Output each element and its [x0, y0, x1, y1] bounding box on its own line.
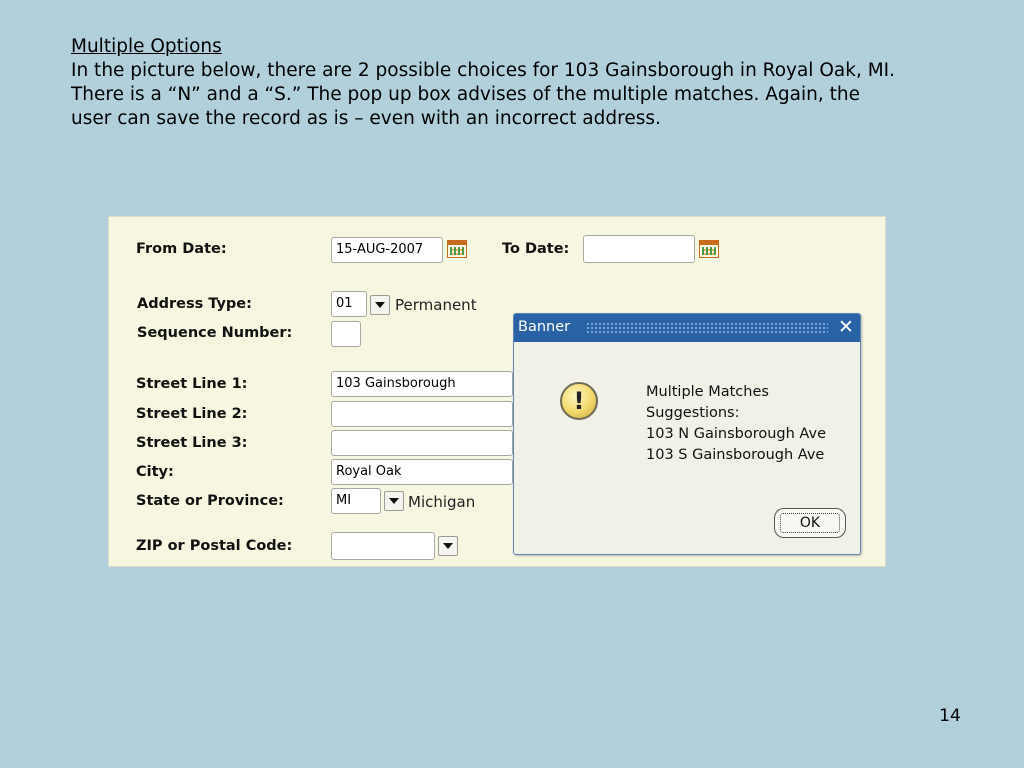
- state-dropdown-button[interactable]: [384, 491, 404, 511]
- street-line-3-field[interactable]: [331, 430, 513, 456]
- from-date-field[interactable]: 15-AUG-2007: [331, 237, 443, 263]
- state-description: Michigan: [408, 493, 476, 511]
- street-line-2-label: Street Line 2:: [136, 406, 248, 422]
- to-date-field[interactable]: [583, 235, 695, 263]
- titlebar-grip-pattern: [586, 322, 828, 334]
- slide-text-line: In the picture below, there are 2 possib…: [71, 60, 895, 81]
- from-date-label: From Date:: [136, 241, 227, 257]
- banner-dialog: Banner ✕ ! Multiple Matches Suggestions:…: [513, 313, 861, 555]
- slide-number: 14: [939, 706, 961, 726]
- address-type-label: Address Type:: [137, 296, 252, 312]
- address-type-description: Permanent: [395, 296, 477, 314]
- zip-label: ZIP or Postal Code:: [136, 538, 293, 554]
- ok-button-label: OK: [799, 515, 821, 531]
- slide-text-line: user can save the record as is – even wi…: [71, 108, 661, 129]
- city-label: City:: [136, 464, 174, 480]
- slide-text-line: There is a “N” and a “S.” The pop up box…: [71, 84, 860, 105]
- address-form-screenshot: From Date: 15-AUG-2007 To Date: Address …: [108, 216, 886, 567]
- ok-button[interactable]: OK: [774, 508, 846, 538]
- sequence-number-label: Sequence Number:: [137, 325, 293, 341]
- dialog-message-line: Suggestions:: [646, 405, 740, 421]
- street-line-1-field[interactable]: 103 Gainsborough: [331, 371, 513, 397]
- state-label: State or Province:: [136, 493, 284, 509]
- state-field[interactable]: MI: [331, 488, 381, 514]
- zip-field[interactable]: [331, 532, 435, 560]
- city-field[interactable]: Royal Oak: [331, 459, 513, 485]
- street-line-3-label: Street Line 3:: [136, 435, 248, 451]
- dialog-suggestion: 103 N Gainsborough Ave: [646, 426, 826, 442]
- slide-heading: Multiple Options: [71, 36, 222, 57]
- zip-dropdown-button[interactable]: [438, 536, 458, 556]
- calendar-icon[interactable]: [699, 240, 719, 258]
- dialog-suggestion: 103 S Gainsborough Ave: [646, 447, 825, 463]
- address-type-dropdown-button[interactable]: [370, 295, 390, 315]
- street-line-2-field[interactable]: [331, 401, 513, 427]
- dialog-titlebar[interactable]: Banner ✕: [514, 314, 860, 342]
- dialog-title: Banner: [518, 319, 571, 335]
- street-line-1-label: Street Line 1:: [136, 376, 248, 392]
- address-type-field[interactable]: 01: [331, 291, 367, 317]
- dialog-message-line: Multiple Matches: [646, 384, 769, 400]
- sequence-number-field[interactable]: [331, 321, 361, 347]
- to-date-label: To Date:: [502, 241, 570, 257]
- calendar-icon[interactable]: [447, 240, 467, 258]
- exclamation-warning-icon: !: [560, 382, 598, 420]
- close-icon[interactable]: ✕: [836, 317, 856, 337]
- slide-body: Multiple Options In the picture below, t…: [71, 35, 991, 131]
